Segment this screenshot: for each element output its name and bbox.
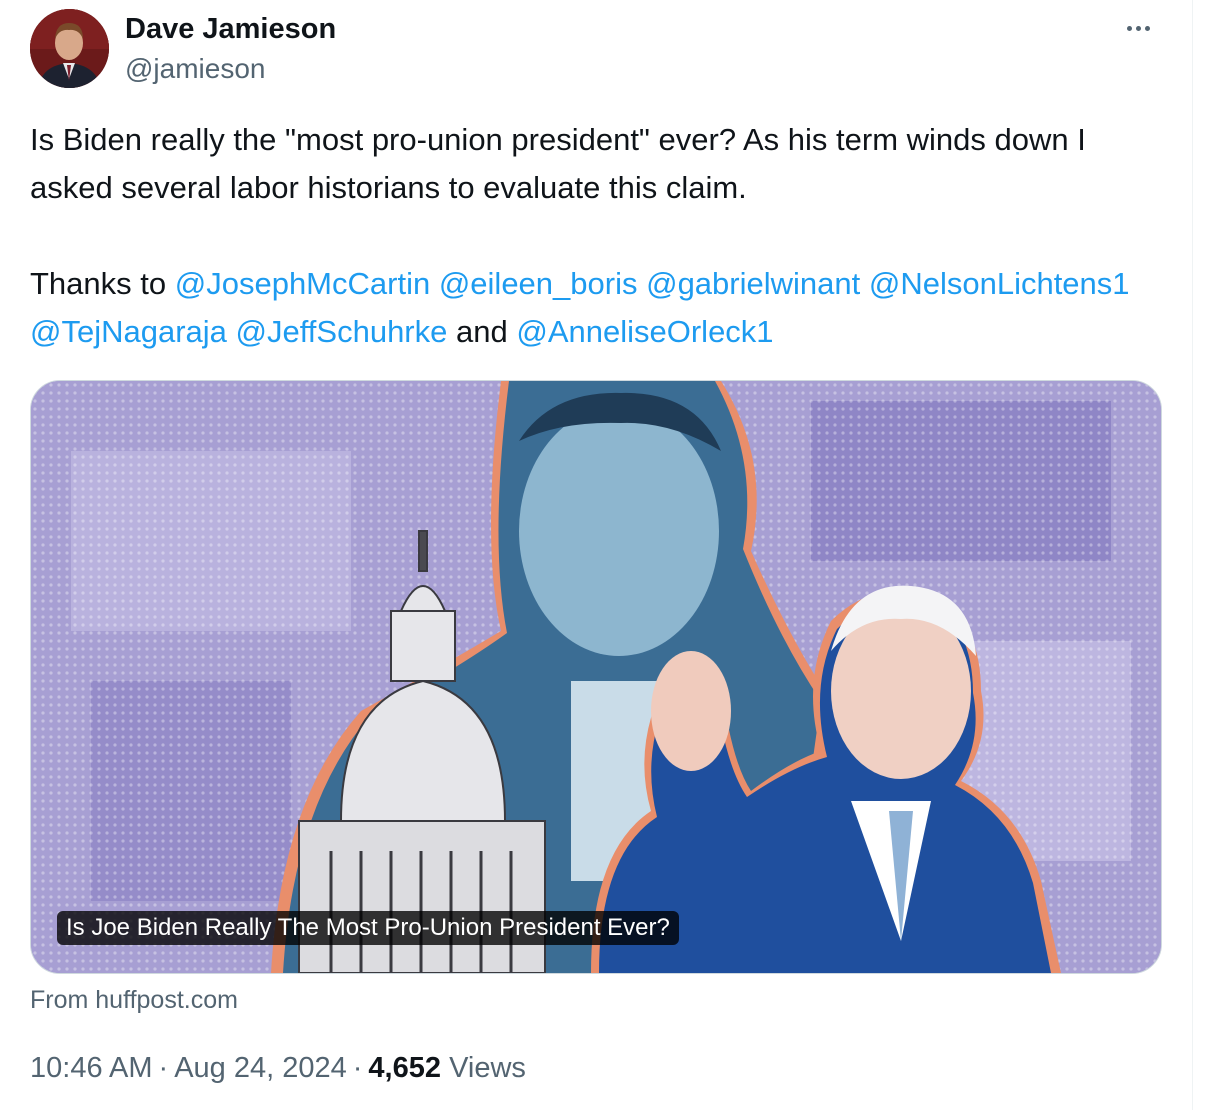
views-count: 4,652 [368,1052,441,1084]
more-options-button[interactable] [1118,11,1158,45]
avatar-image [30,9,109,88]
mention-link[interactable]: @TejNagaraja [30,314,227,349]
meta-separator: · [158,1052,169,1084]
mention-link[interactable]: @eileen_boris [439,266,638,301]
mention-link[interactable]: @NelsonLichtens1 [869,266,1130,301]
mention-link[interactable]: @JosephMcCartin [175,266,430,301]
and-word: and [456,314,508,349]
mention-link[interactable]: @gabrielwinant [646,266,860,301]
tweet-date[interactable]: Aug 24, 2024 [174,1052,347,1084]
tweet-thanks-paragraph: Thanks to @JosephMcCartin @eileen_boris … [30,260,1170,356]
mention-link[interactable]: @JeffSchuhrke [236,314,448,349]
card-source[interactable]: From huffpost.com [30,984,238,1016]
card-title: Is Joe Biden Really The Most Pro-Union P… [57,911,679,945]
more-horizontal-icon [1126,25,1132,31]
tweet-paragraph: Is Biden really the "most pro-union pres… [30,122,1086,205]
author-handle[interactable]: @jamieson [125,51,265,87]
tweet-meta: 10:46 AM · Aug 24, 2024 · 4,652 Views [30,1050,526,1086]
thanks-prefix: Thanks to [30,266,175,301]
tweet-text: Is Biden really the "most pro-union pres… [30,116,1170,356]
meta-separator: · [352,1052,363,1084]
more-dot [1144,25,1150,31]
timeline-divider [1192,0,1193,1110]
avatar[interactable] [30,9,109,88]
mention-link[interactable]: @AnneliseOrleck1 [516,314,773,349]
more-dot [1135,25,1141,31]
link-card[interactable]: Is Joe Biden Really The Most Pro-Union P… [30,380,1162,974]
tweet-time[interactable]: 10:46 AM [30,1052,153,1084]
card-image [31,381,1161,973]
views-label: Views [449,1052,526,1084]
author-display-name[interactable]: Dave Jamieson [125,11,336,47]
